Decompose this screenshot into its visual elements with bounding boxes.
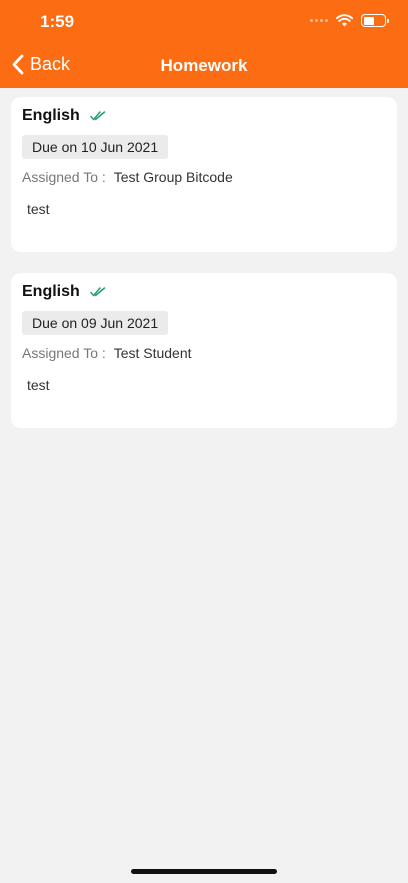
assigned-to: Assigned To : Test Student — [22, 345, 192, 361]
homework-description: test — [27, 377, 50, 393]
wifi-icon — [336, 14, 353, 27]
double-check-icon — [90, 287, 106, 297]
page-title: Homework — [160, 56, 248, 75]
signal-icon — [310, 19, 328, 22]
subject-label: English — [22, 283, 80, 300]
assigned-to-label: Assigned To : — [22, 345, 106, 361]
double-check-icon — [90, 111, 106, 121]
homework-subject: English — [22, 107, 106, 125]
due-date-badge: Due on 10 Jun 2021 — [22, 135, 169, 159]
assigned-to: Assigned To : Test Group Bitcode — [22, 169, 233, 185]
homework-card[interactable]: English Due on 09 Jun 2021 Assigned To :… — [11, 273, 397, 428]
status-time: 1:59 — [40, 12, 75, 31]
assigned-to-value: Test Group Bitcode — [113, 169, 233, 185]
homework-card[interactable]: English Due on 10 Jun 2021 Assigned To :… — [11, 97, 397, 252]
homework-subject: English — [22, 283, 106, 301]
home-indicator[interactable] — [131, 869, 277, 874]
assigned-to-label: Assigned To : — [22, 169, 106, 185]
battery-icon — [361, 14, 389, 27]
homework-description: test — [27, 201, 50, 217]
subject-label: English — [22, 107, 80, 124]
header-bar: 1:59 Back Homework — [0, 0, 408, 88]
assigned-to-value: Test Student — [113, 345, 192, 361]
due-date-badge: Due on 09 Jun 2021 — [22, 311, 169, 335]
status-indicators — [310, 14, 389, 27]
